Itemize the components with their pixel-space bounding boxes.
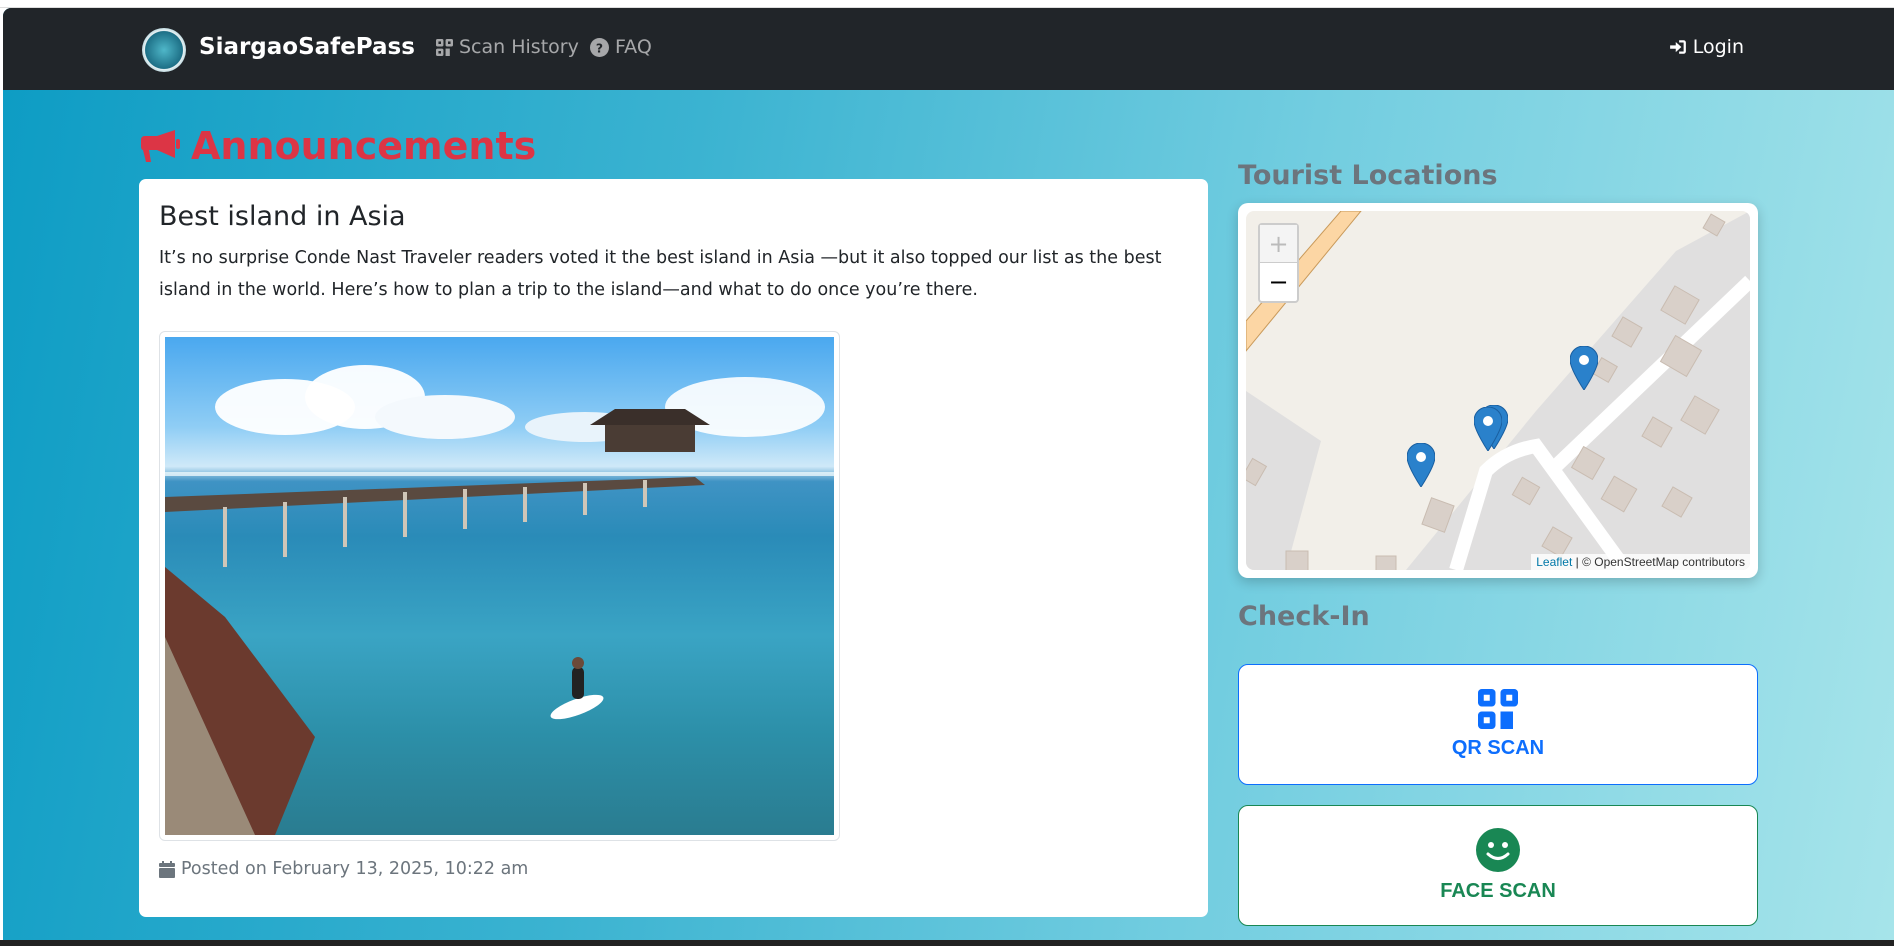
map-attribution: Leaflet | © OpenStreetMap contributors <box>1531 554 1750 570</box>
nav-scan-history-label: Scan History <box>459 36 579 58</box>
navbar: SiargaoSafePass Scan History ? FAQ Login <box>3 8 1894 90</box>
qr-scan-button[interactable]: QR SCAN <box>1238 664 1758 785</box>
login-label: Login <box>1692 36 1744 58</box>
qr-code-icon <box>436 38 453 56</box>
zoom-in-button[interactable]: + <box>1260 225 1297 263</box>
nav-faq[interactable]: ? FAQ <box>590 36 652 58</box>
brand-logo[interactable] <box>142 28 186 72</box>
smile-icon <box>1476 828 1520 872</box>
face-scan-label: FACE SCAN <box>1440 880 1556 902</box>
tourist-locations-heading: Tourist Locations <box>1238 160 1498 191</box>
zoom-control: + − <box>1258 223 1299 303</box>
login-button[interactable]: Login <box>1669 36 1744 58</box>
leaflet-link[interactable]: Leaflet <box>1536 555 1572 569</box>
brand-name[interactable]: SiargaoSafePass <box>199 34 415 60</box>
announcement-card: Best island in Asia It’s no surprise Con… <box>139 179 1208 917</box>
osm-attribution: | © OpenStreetMap contributors <box>1575 555 1745 569</box>
posted-date: Posted on February 13, 2025, 10:22 am <box>159 859 528 879</box>
map-card: + − Leaflet | © OpenStreetMap contributo… <box>1238 203 1758 578</box>
zoom-out-button[interactable]: − <box>1260 263 1297 301</box>
bullhorn-icon <box>141 130 180 162</box>
sign-in-icon <box>1669 40 1686 54</box>
question-circle-icon: ? <box>590 37 609 57</box>
svg-text:?: ? <box>596 41 603 55</box>
announcements-heading-text: Announcements <box>191 124 537 168</box>
island-photo <box>165 337 834 835</box>
nav-faq-label: FAQ <box>615 36 652 58</box>
posted-date-text: Posted on February 13, 2025, 10:22 am <box>181 859 529 879</box>
calendar-icon <box>159 860 175 878</box>
qr-code-icon <box>1478 689 1518 729</box>
check-in-heading: Check-In <box>1238 601 1370 632</box>
map-marker-icon[interactable] <box>1474 407 1502 451</box>
map-marker-icon[interactable] <box>1570 346 1598 390</box>
face-scan-button[interactable]: FACE SCAN <box>1238 805 1758 926</box>
announcements-heading: Announcements <box>141 124 536 168</box>
page: SiargaoSafePass Scan History ? FAQ Login… <box>3 8 1894 940</box>
map-tiles <box>1246 211 1750 570</box>
browser-top-strip <box>0 0 1894 8</box>
map-marker-icon[interactable] <box>1407 443 1435 487</box>
map[interactable]: + − Leaflet | © OpenStreetMap contributo… <box>1246 211 1750 570</box>
announcement-image[interactable] <box>159 331 840 841</box>
qr-scan-label: QR SCAN <box>1451 737 1545 759</box>
nav-scan-history[interactable]: Scan History <box>436 36 579 58</box>
taskbar-strip <box>0 940 1894 946</box>
announcement-title: Best island in Asia <box>159 201 406 232</box>
announcement-body: It’s no surprise Conde Nast Traveler rea… <box>159 248 1162 300</box>
